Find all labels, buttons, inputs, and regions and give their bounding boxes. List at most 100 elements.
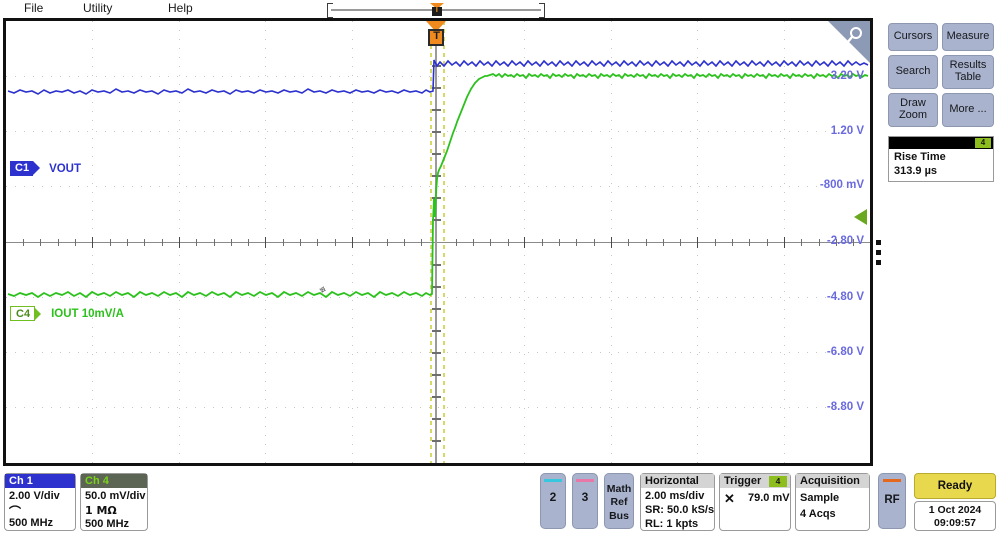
trigger-tick [432, 197, 441, 199]
horizontal-scale: 2.00 ms/div [645, 490, 705, 502]
cursors-button[interactable]: Cursors [888, 23, 938, 51]
channel-1-title: Ch 1 [5, 474, 75, 488]
graticule: C1 VOUT C4 IOUT 10mV/A 3.20 V 1.20 V -80… [6, 21, 870, 463]
channel-marker-c4[interactable]: C4 IOUT 10mV/A [10, 306, 124, 321]
horizontal-sample-rate: SR: 50.0 kS/s [645, 504, 715, 516]
hpos-trigger-marker-icon[interactable] [430, 3, 444, 17]
axis-tick [628, 239, 630, 246]
rf-color-bar [883, 479, 901, 482]
trigger-tick [432, 308, 441, 310]
channel-marker-c4-tag: C4 [10, 306, 42, 321]
axis-tick [144, 239, 146, 246]
channel-4-panel[interactable]: Ch 4 50.0 mV/div 1 MΩ 500 MHz [80, 473, 148, 531]
axis-tick-major [352, 237, 354, 248]
side-panel: Cursors Measure Search Results Table Dra… [876, 18, 997, 466]
gridline-horizontal [6, 186, 870, 187]
gridline-horizontal [6, 407, 870, 408]
axis-tick [58, 239, 60, 246]
panel-drag-handle[interactable] [876, 240, 881, 270]
channel-2-label: 2 [549, 490, 557, 504]
trigger-type-icon: ✕ [724, 491, 735, 506]
axis-tick [110, 239, 112, 246]
clock-time: 09:09:57 [933, 517, 977, 529]
trigger-tick [432, 219, 441, 221]
axis-tick-major [611, 237, 613, 248]
channel-1-scale: 2.00 V/div [9, 490, 60, 502]
channel-4-bandwidth: 500 MHz [85, 518, 130, 530]
trigger-tick [432, 352, 441, 354]
channel-marker-c1-tag: C1 [10, 161, 41, 176]
trigger-tick [432, 374, 441, 376]
acquisition-count: 4 Acqs [800, 508, 836, 520]
axis-tick [335, 239, 337, 246]
axis-tick [40, 239, 42, 246]
axis-tick [680, 239, 682, 246]
channel-1-panel[interactable]: Ch 1 2.00 V/div ⌒ 500 MHz [4, 473, 76, 531]
acquisition-panel[interactable]: Acquisition Sample 4 Acqs [795, 473, 870, 531]
axis-tick [196, 239, 198, 246]
axis-tick [542, 239, 544, 246]
channel-2-button[interactable]: 2 [540, 473, 566, 529]
trigger-marker-box [428, 29, 444, 46]
channel-marker-c1[interactable]: C1 VOUT [10, 161, 81, 176]
clock-date: 1 Oct 2024 [928, 504, 982, 516]
menu-item-help[interactable]: Help [168, 1, 193, 15]
trigger-tick [432, 153, 441, 155]
voltage-label: -2.80 V [826, 235, 864, 247]
measure-button[interactable]: Measure [942, 23, 994, 51]
results-table-button[interactable]: Results Table [942, 55, 994, 89]
math-ref-bus-button[interactable]: Math Ref Bus [604, 473, 634, 529]
axis-tick [231, 239, 233, 246]
axis-tick-major [92, 237, 94, 248]
trigger-marker-icon[interactable] [426, 21, 446, 51]
menu-bar: File Utility Help [0, 0, 1000, 18]
voltage-label: -800 mV [819, 179, 864, 191]
trigger-tick [432, 418, 441, 420]
axis-tick [646, 239, 648, 246]
bottom-status-bar: Ch 1 2.00 V/div ⌒ 500 MHz Ch 4 50.0 mV/d… [0, 470, 1000, 535]
ground-reference-arrow-icon[interactable] [854, 209, 867, 225]
trigger-panel[interactable]: Trigger 4 ✕ 79.0 mV [719, 473, 791, 531]
menu-item-file[interactable]: File [24, 1, 43, 15]
measurement-badge[interactable]: 4 Rise Time 313.9 µs [888, 136, 994, 182]
handle-dot [876, 240, 881, 245]
rf-button[interactable]: RF [878, 473, 906, 529]
axis-tick [421, 239, 423, 246]
axis-tick [162, 239, 164, 246]
axis-tick [490, 239, 492, 246]
ref-label: Ref [610, 496, 628, 509]
axis-tick [300, 239, 302, 246]
horizontal-panel[interactable]: Horizontal 2.00 ms/div SR: 50.0 kS/s RL:… [640, 473, 715, 531]
axis-tick-major [784, 237, 786, 248]
bus-label: Bus [609, 509, 629, 522]
voltage-label: -8.80 V [826, 401, 864, 413]
run-status-button[interactable]: Ready [914, 473, 996, 499]
waveform-display[interactable]: C1 VOUT C4 IOUT 10mV/A 3.20 V 1.20 V -80… [3, 18, 873, 466]
acquisition-mode: Sample [800, 492, 840, 504]
axis-tick [317, 239, 319, 246]
menu-item-utility[interactable]: Utility [83, 1, 112, 15]
measurement-name: Rise Time [894, 151, 946, 163]
draw-zoom-button[interactable]: Draw Zoom [888, 93, 938, 127]
center-axis [6, 242, 870, 244]
horizontal-position-bar[interactable] [327, 3, 545, 18]
voltage-label: -4.80 V [826, 291, 864, 303]
axis-tick [456, 239, 458, 246]
search-button[interactable]: Search [888, 55, 938, 89]
channel-marker-c4-label: IOUT 10mV/A [51, 307, 124, 320]
channel-3-color-bar [576, 479, 594, 482]
axis-tick [559, 239, 561, 246]
channel-3-button[interactable]: 3 [572, 473, 598, 529]
horizontal-title: Horizontal [641, 474, 714, 488]
axis-tick [248, 239, 250, 246]
axis-tick [594, 239, 596, 246]
axis-tick [715, 239, 717, 246]
more-button[interactable]: More ... [942, 93, 994, 127]
acquisition-title: Acquisition [796, 474, 869, 488]
zoom-area-icon[interactable] [828, 21, 870, 63]
axis-tick [508, 239, 510, 246]
horizontal-record-length: RL: 1 kpts [645, 518, 699, 530]
measurement-channel-chip: 4 [975, 138, 991, 148]
handle-dot [876, 260, 881, 265]
trigger-tick [432, 440, 441, 442]
